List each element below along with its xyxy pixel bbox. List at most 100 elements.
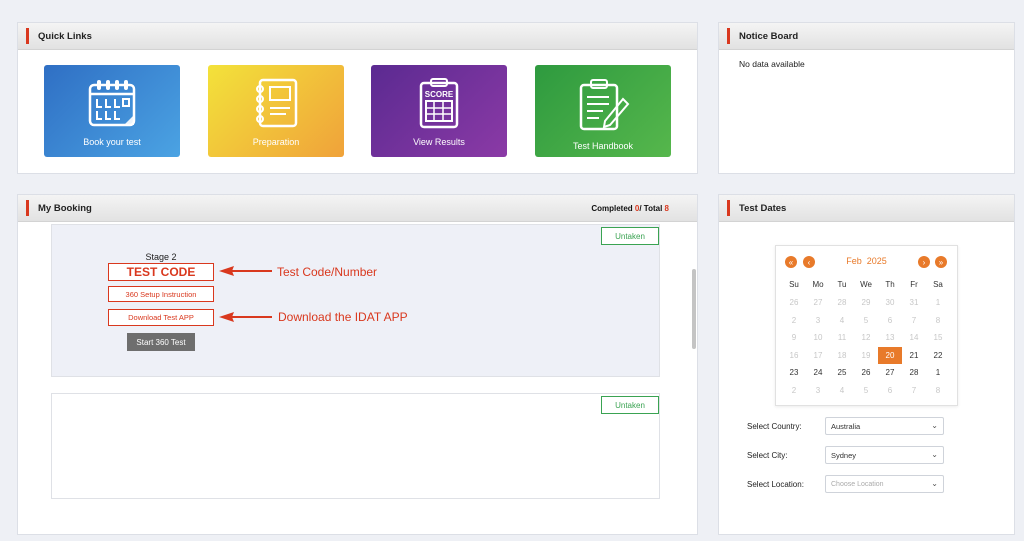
test-handbook-label: Test Handbook	[572, 141, 634, 151]
total-label: / Total	[639, 204, 665, 213]
weekday-header: We	[860, 280, 872, 289]
header-accent-bar	[26, 200, 29, 216]
calendar-day: 18	[837, 350, 847, 360]
booking-card: Untaken	[51, 393, 660, 499]
location-select[interactable]: Choose Location ⌄	[825, 475, 944, 493]
calendar-day[interactable]: 22	[926, 347, 950, 365]
completed-label: Completed	[591, 204, 635, 213]
calendar: « ‹ Feb 2025 › » Su Mo Tu We Th Fr Sa 26 27 28 29 3…	[775, 245, 958, 406]
calendar-day: 1	[935, 298, 941, 307]
calendar-icon	[88, 80, 136, 127]
calendar-day: 16	[789, 350, 799, 360]
calendar-day[interactable]: 28	[902, 364, 926, 382]
calendar-day: 8	[935, 385, 941, 395]
calendar-day: 5	[863, 315, 869, 325]
score-icon-text: SCORE	[425, 90, 454, 99]
weekday-header: Mo	[812, 280, 824, 289]
my-booking-panel: My Booking Completed 0/ Total 8 Untaken …	[17, 194, 698, 535]
start-test-button[interactable]: Start 360 Test	[127, 333, 195, 351]
calendar-day: 8	[935, 315, 941, 325]
notice-board-header: Notice Board	[719, 23, 1014, 50]
calendar-day: 26	[789, 298, 799, 307]
weekday-header: Sa	[933, 280, 943, 289]
calendar-day: 28	[837, 298, 847, 307]
location-row: Select Location: Choose Location ⌄	[747, 475, 944, 493]
header-accent-bar	[26, 28, 29, 44]
city-row: Select City: Sydney ⌄	[747, 446, 944, 464]
calendar-day[interactable]: 26	[854, 364, 878, 382]
test-code-box: TEST CODE	[108, 263, 214, 281]
preparation-tile[interactable]: Preparation	[208, 65, 344, 157]
my-booking-title: My Booking	[38, 202, 92, 214]
calendar-day[interactable]: 27	[878, 364, 902, 382]
setup-instruction-button[interactable]: 360 Setup Instruction	[108, 286, 214, 302]
calendar-day[interactable]: 21	[902, 347, 926, 365]
scoreboard-icon: SCORE	[419, 78, 459, 129]
quick-links-header: Quick Links	[18, 23, 697, 50]
book-your-test-tile[interactable]: Book your test	[44, 65, 180, 157]
calendar-day[interactable]: 25	[830, 364, 854, 382]
next-year-icon[interactable]: »	[935, 256, 947, 268]
calendar-day: 12	[861, 333, 871, 343]
arrow-icon	[219, 312, 272, 322]
test-handbook-tile[interactable]: Test Handbook	[535, 65, 671, 157]
book-your-test-label: Book your test	[83, 137, 141, 147]
calendar-day: 31	[909, 298, 919, 307]
location-label: Select Location:	[747, 479, 804, 489]
calendar-day-selected[interactable]: 20	[878, 346, 902, 365]
weekday-header: Su	[789, 280, 799, 289]
stage-label: Stage 2	[145, 252, 177, 262]
test-code-annotation: Test Code/Number	[277, 265, 378, 279]
calendar-day[interactable]: 24	[806, 364, 830, 382]
test-dates-title: Test Dates	[739, 202, 787, 214]
calendar-day: 3	[815, 315, 821, 325]
calendar-day: 9	[791, 333, 797, 343]
calendar-day: 7	[911, 385, 917, 395]
country-label: Select Country:	[747, 421, 802, 431]
calendar-day: 4	[839, 315, 845, 325]
arrow-icon	[219, 266, 272, 276]
city-select[interactable]: Sydney ⌄	[825, 446, 944, 464]
country-row: Select Country: Australia ⌄	[747, 417, 944, 435]
notice-board-title: Notice Board	[739, 30, 799, 42]
quick-links-title: Quick Links	[38, 30, 92, 42]
quick-links-panel: Quick Links Book your test Preparation S…	[17, 22, 698, 174]
preparation-label: Preparation	[252, 137, 300, 147]
city-value: Sydney	[831, 450, 857, 460]
calendar-day: 14	[909, 333, 919, 343]
view-results-tile[interactable]: SCORE View Results	[371, 65, 507, 157]
chevron-down-icon: ⌄	[931, 450, 938, 459]
calendar-day[interactable]: 23	[782, 364, 806, 382]
header-accent-bar	[727, 200, 730, 216]
next-month-icon[interactable]: ›	[918, 256, 930, 268]
weekday-header: Tu	[837, 280, 847, 289]
calendar-day: 15	[933, 333, 943, 343]
booking-card: Untaken Stage 2 TEST CODE 360 Setup Inst…	[51, 224, 660, 377]
download-test-app-button[interactable]: Download Test APP	[108, 309, 214, 326]
clipboard-pen-icon	[579, 79, 630, 131]
calendar-day: 27	[813, 298, 823, 307]
calendar-day: 3	[815, 385, 821, 395]
country-select[interactable]: Australia ⌄	[825, 417, 944, 435]
scrollbar-thumb[interactable]	[692, 269, 696, 349]
calendar-day: 4	[839, 385, 845, 395]
view-results-label: View Results	[413, 137, 465, 147]
header-accent-bar	[727, 28, 730, 44]
calendar-day: 2	[791, 385, 797, 395]
notice-board-panel: Notice Board No data available	[718, 22, 1015, 174]
notebook-icon	[256, 78, 298, 128]
calendar-day: 17	[813, 350, 823, 360]
booking-progress-count: Completed 0/ Total 8	[591, 204, 669, 213]
calendar-day: 13	[885, 333, 895, 343]
notice-board-empty-message: No data available	[739, 59, 805, 69]
calendar-day: 11	[837, 333, 847, 343]
status-badge: Untaken	[601, 396, 659, 414]
calendar-year: 2025	[866, 256, 887, 266]
calendar-day: 29	[861, 298, 871, 307]
weekday-header: Th	[885, 280, 895, 289]
total-value: 8	[664, 204, 669, 213]
test-dates-panel: Test Dates « ‹ Feb 2025 › » Su Mo Tu We Th Fr…	[718, 194, 1015, 535]
download-app-annotation: Download the IDAT APP	[278, 310, 408, 324]
calendar-day[interactable]: 1	[926, 364, 950, 382]
calendar-day: 10	[813, 333, 823, 343]
